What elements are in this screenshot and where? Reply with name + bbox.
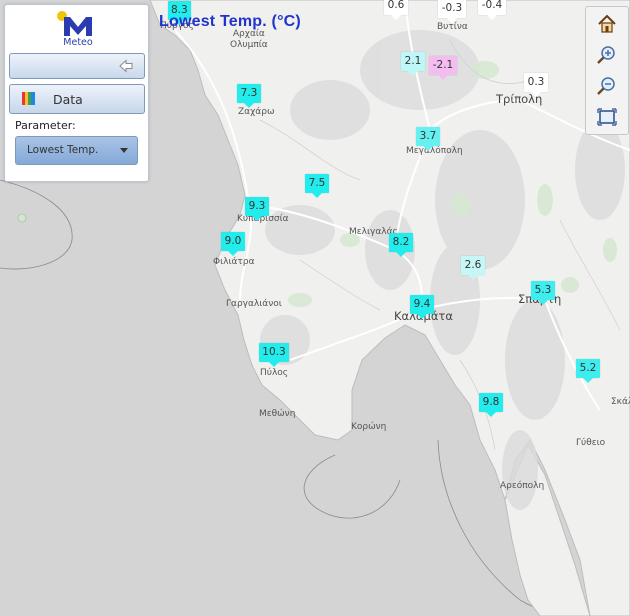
- place-label-koroni: Κορώνη: [351, 422, 387, 432]
- parameter-select-value: Lowest Temp.: [27, 144, 99, 156]
- zoom-out-icon: [597, 77, 615, 95]
- place-label-pylos: Πύλος: [260, 368, 289, 378]
- full-extent-icon: [597, 108, 617, 126]
- temperature-marker[interactable]: 9.0: [221, 232, 245, 256]
- zoom-out-button[interactable]: [596, 75, 618, 97]
- temperature-marker[interactable]: 8.2: [389, 233, 413, 257]
- color-palette-icon: [22, 92, 35, 105]
- place-label-gytheio: Γύθειο: [576, 438, 606, 448]
- temperature-marker[interactable]: -2.1: [429, 56, 457, 80]
- home-icon: [598, 14, 616, 33]
- islet: [17, 213, 27, 223]
- meteo-logo-icon: [57, 11, 92, 36]
- zoom-in-icon: [597, 46, 615, 64]
- collapse-panel-button[interactable]: [9, 53, 145, 79]
- place-label-gargalianoi: Γαργαλιάνοι: [226, 299, 282, 309]
- temperature-marker[interactable]: 3.7: [416, 127, 440, 151]
- temperature-marker[interactable]: 7.3: [237, 84, 261, 108]
- control-panel: Meteo Data Parameter: Lowest Temp.: [4, 4, 149, 182]
- temperature-marker[interactable]: 2.6: [461, 256, 485, 280]
- place-label-filiatra: Φιλιάτρα: [213, 257, 255, 267]
- map-toolbar: [585, 6, 629, 135]
- map-title: Lowest Temp. (°C): [159, 13, 301, 30]
- full-extent-button[interactable]: [596, 106, 618, 128]
- chevron-down-icon: [120, 148, 128, 153]
- place-label-archaia-olympia: Αρχαία Ολυμπία: [230, 29, 268, 50]
- place-label-methoni: Μεθώνη: [259, 409, 296, 419]
- temperature-marker[interactable]: 9.4: [410, 295, 434, 319]
- temperature-marker[interactable]: 9.3: [245, 197, 269, 221]
- temperature-marker[interactable]: 0.6: [384, 0, 408, 20]
- temperature-marker[interactable]: 0.3: [524, 73, 548, 97]
- parameter-select[interactable]: Lowest Temp.: [15, 136, 138, 165]
- zoom-in-button[interactable]: [596, 44, 618, 66]
- logo-text: Meteo: [63, 37, 93, 48]
- temperature-marker[interactable]: -0.3: [438, 0, 466, 23]
- home-button[interactable]: [596, 13, 618, 35]
- temperature-marker[interactable]: 2.1: [401, 52, 425, 76]
- temperature-marker[interactable]: 10.3: [259, 343, 289, 367]
- parameter-label: Parameter:: [15, 119, 76, 132]
- data-button[interactable]: Data: [9, 84, 145, 114]
- place-label-megalopoli: Μεγαλόπολη: [406, 146, 463, 156]
- temperature-marker[interactable]: 5.3: [531, 281, 555, 305]
- temperature-marker[interactable]: -0.4: [478, 0, 506, 20]
- meteo-logo: Meteo: [55, 10, 101, 50]
- place-label-zacharo: Ζαχάρω: [238, 107, 275, 117]
- place-label-vytina: Βυτίνα: [437, 22, 468, 32]
- place-label-areopoli: Αρεόπολη: [500, 481, 545, 491]
- arrow-left-icon: [119, 59, 133, 73]
- temperature-marker[interactable]: 5.2: [576, 359, 600, 383]
- temperature-marker[interactable]: 7.5: [305, 174, 329, 198]
- place-label-skala: Σκάλα: [611, 397, 630, 407]
- data-button-label: Data: [53, 92, 83, 107]
- temperature-marker[interactable]: 9.8: [479, 393, 503, 417]
